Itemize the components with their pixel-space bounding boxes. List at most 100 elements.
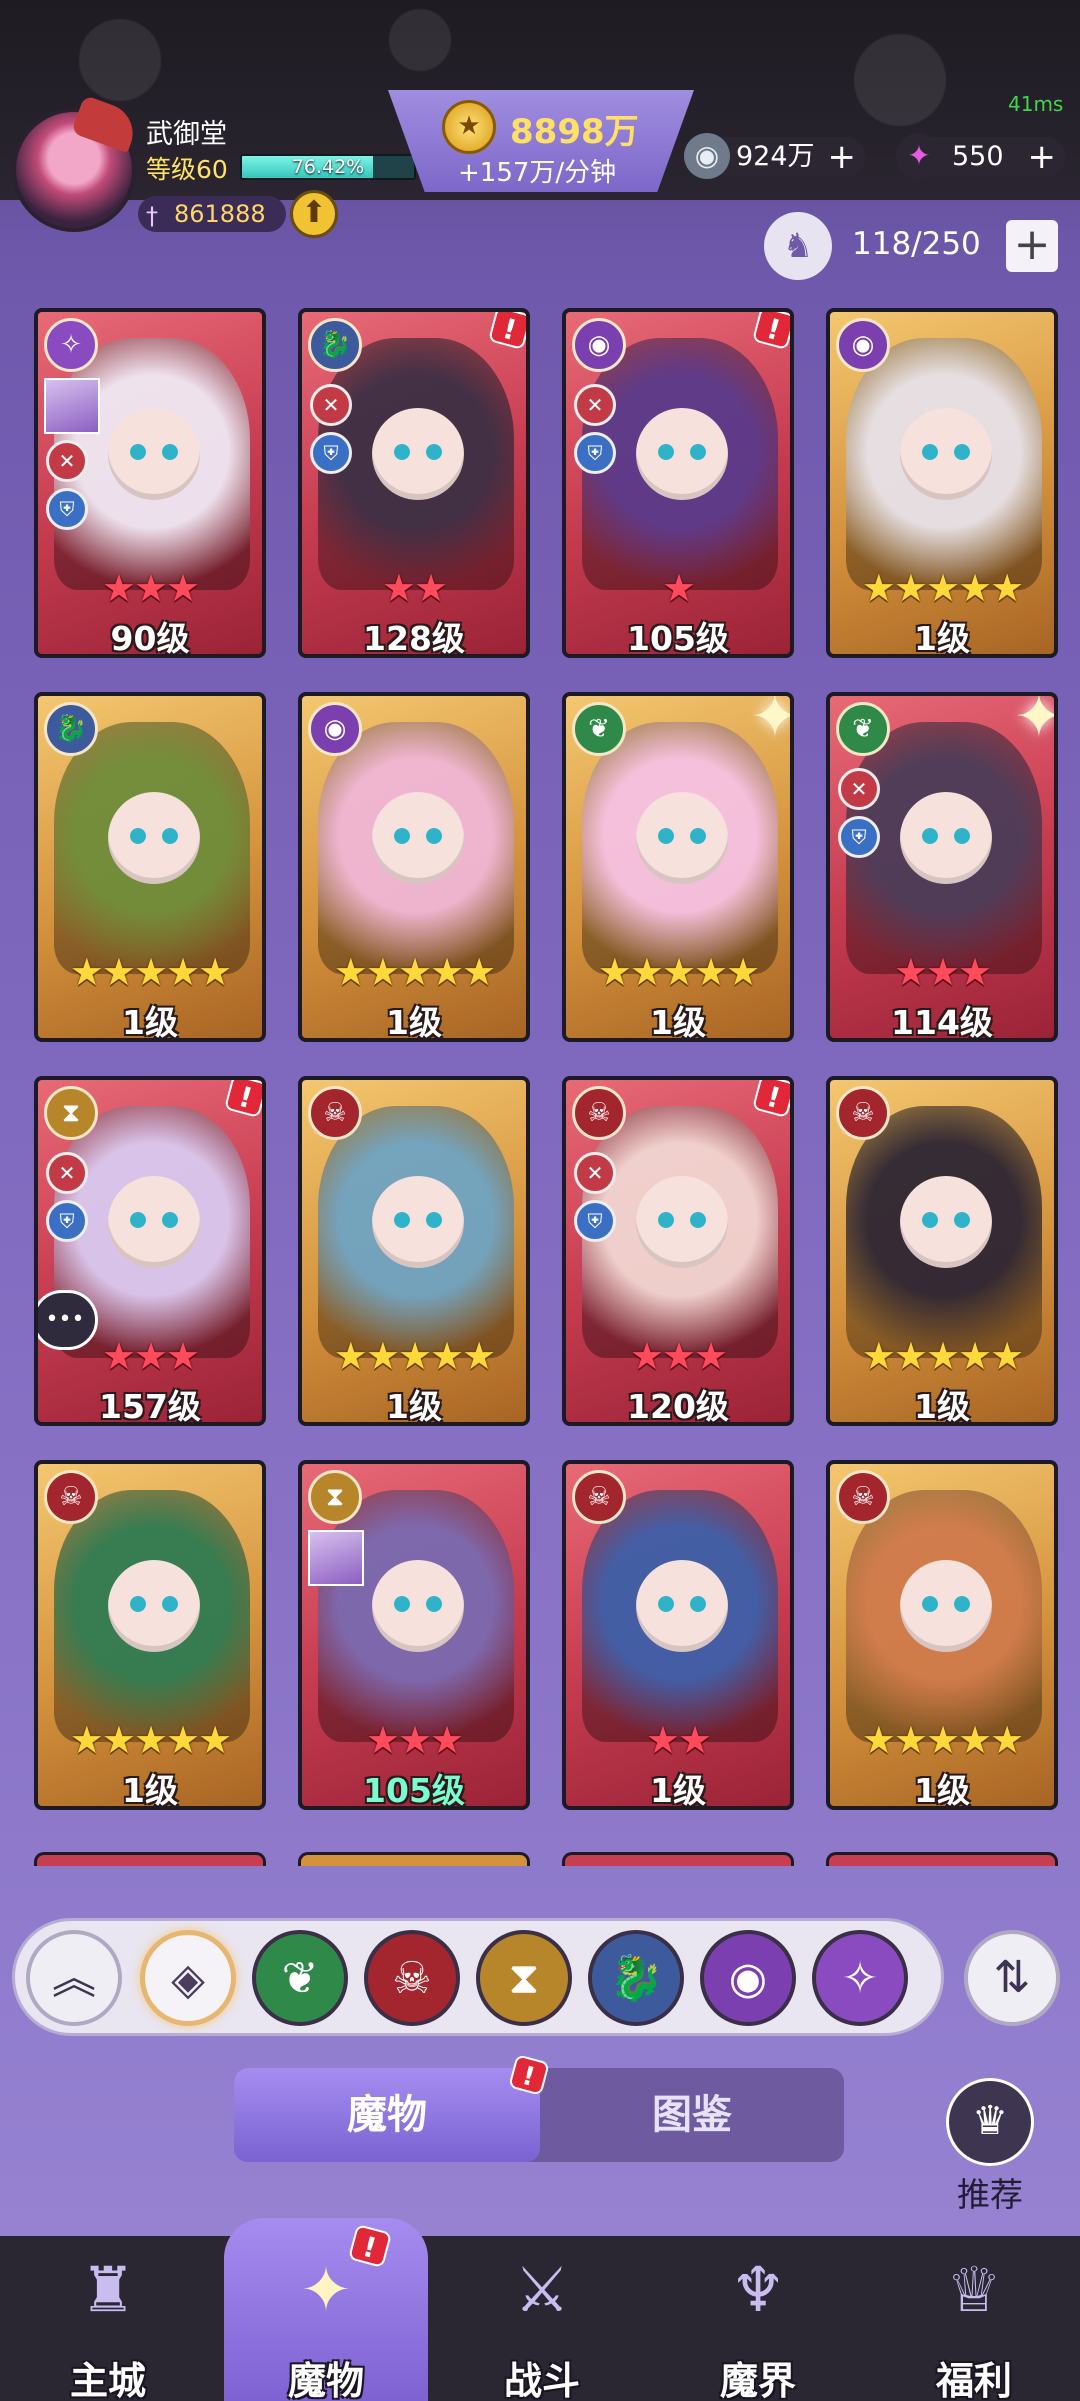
star-icon: ★: [381, 566, 416, 610]
star-icon: ★: [661, 950, 696, 994]
star-icon: ★: [397, 950, 432, 994]
monster-eye: [426, 1212, 442, 1228]
monster-face: [636, 1176, 728, 1268]
gem-icon: ✦: [896, 133, 942, 179]
monster-card[interactable]: ☠ ★★★★★ 1级: [826, 1460, 1058, 1810]
demon-element-icon: ☠: [44, 1470, 98, 1524]
monster-level: 114级: [891, 1003, 993, 1042]
star-icon: ★: [597, 950, 632, 994]
star-icon: ★: [133, 1334, 168, 1378]
filter-dragon-icon[interactable]: 🐉: [588, 1930, 684, 2026]
star-icon: ★: [861, 1718, 896, 1762]
star-icon: ★: [958, 950, 992, 994]
power-up-button[interactable]: ⬆: [290, 190, 338, 238]
monster-eye: [130, 444, 146, 460]
monster-level: 1级: [650, 1003, 706, 1042]
nav-item[interactable]: ✦ 魔物: [236, 2236, 416, 2401]
monster-eye: [162, 444, 178, 460]
monster-card[interactable]: ☠ ★★★★★ 1级: [298, 1076, 530, 1426]
monster-eye: [130, 1596, 146, 1612]
monster-eye: [954, 828, 970, 844]
monster-level: 105级: [627, 619, 729, 658]
monster-eye: [690, 1596, 706, 1612]
star-icon: ★: [990, 1334, 1024, 1378]
dragon-element-icon: 🐉: [308, 318, 362, 372]
nav-item[interactable]: ♜ 主城: [18, 2236, 198, 2401]
star-icon: ★: [990, 1718, 1024, 1762]
demon-element-icon: ☠: [572, 1086, 626, 1140]
monster-card[interactable]: ❦✕⛨✦★★★114级: [826, 692, 1058, 1042]
star-icon: ★: [694, 950, 728, 994]
monster-card[interactable]: ⧗ ★★★ 105级: [298, 1460, 530, 1810]
gold-coin-icon: ★: [442, 100, 496, 154]
monster-card[interactable]: 🐉 ✕ ⛨! ★★ 128级: [298, 308, 530, 658]
monster-card[interactable]: ◉ ★★★★★ 1级: [826, 308, 1058, 658]
monster-eye: [954, 444, 970, 460]
combat-power[interactable]: † 861888: [138, 196, 286, 232]
monster-card[interactable]: ☠ ★★★★★ 1级: [34, 1460, 266, 1810]
star-icon: ★: [166, 1718, 200, 1762]
nav-item[interactable]: ♆ 魔界: [668, 2236, 848, 2401]
filter-nature-icon[interactable]: ❦: [252, 1930, 348, 2026]
add-silver-button[interactable]: +: [828, 137, 857, 177]
monster-card[interactable]: ◉ ✕ ⛨! ★ 105级: [562, 308, 794, 658]
storm-element-icon: ✧: [44, 318, 98, 372]
gem-resource[interactable]: ✦ 550 +: [896, 133, 1066, 179]
star-icon: ★: [133, 950, 168, 994]
nav-item[interactable]: ♕ 福利: [884, 2236, 1064, 2401]
nav-label: 战斗: [503, 2359, 580, 2401]
filter-all-icon[interactable]: ◈: [140, 1930, 236, 2026]
monster-eye: [658, 444, 674, 460]
monster-card[interactable]: ✧ ✕ ⛨ ★★★ 90级: [34, 308, 266, 658]
monster-card[interactable]: ◉ ★★★★★ 1级: [298, 692, 530, 1042]
sword-icon: ⚔: [514, 2253, 570, 2326]
monster-eye: [690, 444, 706, 460]
monster-card[interactable]: ⧗ ✕ ⛨! ••• ★★★ 157级: [34, 1076, 266, 1426]
monster-card[interactable]: ☠ ★★ 1级: [562, 1460, 794, 1810]
eye-element-icon: ◉: [836, 318, 890, 372]
tab-monster[interactable]: 魔物: [234, 2068, 540, 2162]
expand-slots-button[interactable]: +: [1006, 220, 1058, 272]
tab-codex[interactable]: 图鉴: [540, 2072, 844, 2158]
star-icon: ★: [397, 1334, 432, 1378]
silver-resource[interactable]: ◉ 924万 +: [684, 133, 866, 179]
monster-card[interactable]: ☠ ★★★★★ 1级: [826, 1076, 1058, 1426]
monster-eye: [130, 828, 146, 844]
filter-storm-icon[interactable]: ✧: [812, 1930, 908, 2026]
sort-button[interactable]: ⇅: [964, 1930, 1060, 2026]
star-rating: ★★★★★: [302, 952, 526, 992]
player-level: 等级60: [146, 155, 228, 184]
monster-eye: [954, 1596, 970, 1612]
star-icon: ★: [958, 1334, 992, 1378]
nav-item[interactable]: ⚔ 战斗: [452, 2236, 632, 2401]
nav-label: 魔物: [287, 2359, 364, 2401]
monster-card[interactable]: ❦✦★★★★★1级: [562, 692, 794, 1042]
collapse-up-icon[interactable]: ︽: [26, 1930, 122, 2026]
star-icon: ★: [333, 950, 368, 994]
star-icon: ★: [893, 1718, 928, 1762]
filter-eye-icon[interactable]: ◉: [700, 1930, 796, 2026]
star-rating: ★★★★★: [830, 1720, 1054, 1760]
add-gem-button[interactable]: +: [1028, 137, 1057, 177]
star-rating: ★★: [566, 1720, 790, 1760]
recommend-button[interactable]: ♛: [946, 2078, 1034, 2166]
star-rating: ★★★: [830, 952, 1054, 992]
monster-eye: [394, 828, 410, 844]
monster-eye: [954, 1212, 970, 1228]
monster-card[interactable]: 🐉 ★★★★★ 1级: [34, 692, 266, 1042]
card-partial: [34, 1852, 266, 1866]
monster-card[interactable]: ☠ ✕ ⛨! ★★★ 120级: [562, 1076, 794, 1426]
sword-icon: †: [146, 202, 158, 230]
filter-demon-icon[interactable]: ☠: [364, 1930, 460, 2026]
nature-element-icon: ❦: [836, 702, 890, 756]
monster-eye: [394, 1212, 410, 1228]
star-icon: ★: [629, 1334, 664, 1378]
star-icon: ★: [101, 950, 136, 994]
star-rating: ★★★: [302, 1720, 526, 1760]
player-avatar[interactable]: [12, 94, 142, 232]
filter-time-icon[interactable]: ⧗: [476, 1930, 572, 2026]
card-partial: [826, 1852, 1058, 1866]
star-rating: ★★: [302, 568, 526, 608]
eye-element-icon: ◉: [572, 318, 626, 372]
monster-eye: [922, 444, 938, 460]
